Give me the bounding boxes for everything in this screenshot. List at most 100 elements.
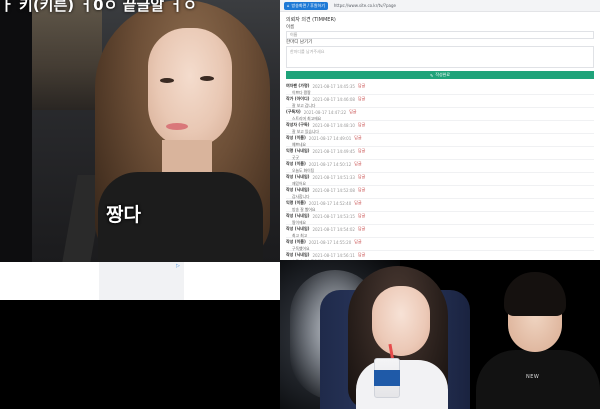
home-icon: ⌂ (287, 3, 290, 8)
comment-time: 2021-08-17 14:52:08 (312, 187, 355, 193)
comment-reply-link[interactable]: 답글 (354, 200, 361, 206)
comment-author: 작성 (닉네임) (286, 226, 310, 231)
comment-header: 작성 (닉네임) 2021-08-17 14:52:08 답글 (286, 187, 594, 193)
stream-video[interactable]: ㅏ 키(키른) ㅓ0ㅇ 끝글알 ㅓㅇ 짱다 (0, 0, 280, 262)
comment-author: 작성 (닉네임) (286, 252, 310, 257)
shirt-logo: NEW (526, 374, 540, 380)
eye-right (200, 76, 214, 81)
comment-header: 익명 (닉네임) 2021-08-17 14:49:45 답글 (286, 148, 594, 154)
comment-author: 작성 (이름) (286, 135, 306, 140)
man-figure: NEW (476, 272, 600, 409)
comment-header: 여자팬 (가명) 2021-08-17 14:45:35 답글 (286, 83, 594, 89)
comment-time: 2021-08-17 14:45:35 (312, 83, 355, 89)
comment-author: 작성 (이름) (286, 239, 306, 244)
girl-face (372, 286, 430, 356)
ad-banner[interactable] (99, 262, 184, 300)
comment-item: 작성자 (구독) 2021-08-17 14:48:10 답글 잘 보고 있습니다 (286, 121, 594, 134)
comment-list: 여자팬 (가명) 2021-08-17 14:45:35 답글 이쁘다 짱짱 작가 (아… (286, 82, 594, 260)
woman-face (148, 28, 232, 148)
comment-time: 2021-08-17 14:49:01 (308, 135, 352, 141)
comment-item: 작성 (이름) 2021-08-17 14:55:20 답글 구독했어요 (286, 238, 594, 251)
comment-time: 2021-08-17 14:54:02 (312, 226, 355, 232)
comment-header: 작가 (아이디) 2021-08-17 14:46:08 답글 (286, 96, 594, 102)
comment-reply-link[interactable]: 답글 (358, 122, 365, 128)
comment-header: 작성 (이름) 2021-08-17 14:50:12 답글 (286, 161, 594, 167)
address-bar: ⌂ 방송화면 / 후원하기 https://www.site.co.kr/tv/… (280, 0, 600, 12)
comment-author: 익명 (이름) (286, 200, 306, 205)
guestbook-form: 의뢰자 의견 (TIMMER) 이름 이름 한마디 남기기 한마디를 남겨주세요… (280, 12, 600, 260)
eye-left (160, 78, 174, 83)
comment-item: 작가 (아이디) 2021-08-17 14:46:08 답글 잘 보고 갑니다 (286, 95, 594, 108)
photo-background-light (32, 0, 102, 110)
comment-time: 2021-08-17 14:49:45 (312, 148, 355, 154)
comment-reply-link[interactable]: 답글 (349, 109, 356, 115)
stream-subtitle: 짱다 (106, 204, 141, 226)
comment-header: 작성 (닉네임) 2021-08-17 14:54:02 답글 (286, 226, 594, 232)
comment-author: 작가 (아이디) (286, 96, 310, 101)
message-label: 한마디 남기기 (286, 40, 313, 45)
comment-time: 2021-08-17 14:46:08 (312, 96, 355, 102)
comment-author: 작성자 (구독) (286, 122, 310, 127)
comment-item: 여자팬 (가명) 2021-08-17 14:45:35 답글 이쁘다 짱짱 (286, 82, 594, 95)
comment-item: 작성 (닉네임) 2021-08-17 14:54:02 답글 최고 최고 (286, 225, 594, 238)
comment-item: (구독자) 2021-08-17 14:47:22 답글 스트리머 최고에요 (286, 108, 594, 121)
comment-time: 2021-08-17 14:52:40 (308, 200, 352, 206)
comment-time: 2021-08-17 14:48:10 (312, 122, 355, 128)
comment-time: 2021-08-17 14:47:22 (303, 109, 347, 115)
comment-time: 2021-08-17 14:53:15 (312, 213, 355, 219)
comment-reply-link[interactable]: 답글 (358, 213, 365, 219)
comment-author: 익명 (닉네임) (286, 148, 310, 153)
comment-reply-link[interactable]: 답글 (358, 83, 365, 89)
screen: ㅏ 키(키른) ㅓ0ㅇ 끝글알 ㅓㅇ 짱다 ▷ ⌂ 방송화면 / 후원하기 ht… (0, 0, 600, 409)
comment-reply-link[interactable]: 답글 (358, 226, 365, 232)
section-title: 의뢰자 의견 (TIMMER) (286, 17, 336, 23)
home-button-label: 방송화면 / 후원하기 (291, 2, 325, 8)
comment-header: 작성 (닉네임) 2021-08-17 14:51:33 답글 (286, 174, 594, 180)
pencil-icon: ✎ (429, 72, 434, 78)
comment-item: 작성 (이름) 2021-08-17 14:50:12 답글 오늘도 화이팅 (286, 160, 594, 173)
home-button[interactable]: ⌂ 방송화면 / 후원하기 (284, 1, 328, 10)
comment-item: 작성 (이름) 2021-08-17 14:49:01 답글 예쁘네요 (286, 134, 594, 147)
comment-header: 작성 (닉네임) 2021-08-17 14:56:11 답글 (286, 252, 594, 258)
ad-choices-icon[interactable]: ▷ (176, 263, 180, 269)
comment-header: 익명 (이름) 2021-08-17 14:52:40 답글 (286, 200, 594, 206)
comment-time: 2021-08-17 14:51:33 (312, 174, 355, 180)
comment-header: (구독자) 2021-08-17 14:47:22 답글 (286, 109, 594, 115)
comment-reply-link[interactable]: 답글 (354, 239, 361, 245)
woman-lips (166, 123, 188, 130)
comment-item: 익명 (닉네임) 2021-08-17 14:49:45 답글 굿굿 (286, 147, 594, 160)
comment-author: 여자팬 (가명) (286, 83, 310, 88)
comment-item: 작성 (닉네임)2021-08-17 14:56:11답글스트리머님 응원해요 (286, 251, 594, 260)
comment-reply-link[interactable]: 답글 (358, 174, 365, 180)
stream-top-caption: ㅏ 키(키른) ㅓ0ㅇ 끝글알 ㅓㅇ (0, 0, 197, 14)
comment-item: 작성 (닉네임) 2021-08-17 14:51:33 답글 재밌어요 (286, 173, 594, 186)
comment-author: 작성 (이름) (286, 161, 306, 166)
comment-author: 작성 (닉네임) (286, 174, 310, 179)
webcam-video[interactable]: NEW (280, 260, 600, 409)
comment-author: 작성 (닉네임) (286, 213, 310, 218)
name-label: 이름 (286, 25, 295, 30)
comment-header: 작성자 (구독) 2021-08-17 14:48:10 답글 (286, 122, 594, 128)
comment-item: 익명 (이름) 2021-08-17 14:52:40 답글 방송 잘 봤어요 (286, 199, 594, 212)
name-input[interactable]: 이름 (286, 31, 594, 39)
submit-button[interactable]: ✎ 작성완료 (286, 71, 594, 79)
url-text[interactable]: https://www.site.co.kr/tv/?page (334, 3, 396, 8)
cup-label (374, 370, 400, 386)
comment-author: (구독자) (286, 109, 301, 114)
comment-reply-link[interactable]: 답글 (354, 135, 361, 141)
comment-reply-link[interactable]: 답글 (358, 148, 365, 154)
comment-time: 2021-08-17 14:55:20 (308, 239, 352, 245)
browser-window: ⌂ 방송화면 / 후원하기 https://www.site.co.kr/tv/… (280, 0, 600, 260)
message-textarea[interactable]: 한마디를 남겨주세요 (286, 46, 594, 68)
comment-time: 2021-08-17 14:56:11 (312, 252, 355, 258)
comment-reply-link[interactable]: 답글 (358, 252, 365, 258)
comment-reply-link[interactable]: 답글 (358, 187, 365, 193)
comment-item: 작성 (닉네임) 2021-08-17 14:52:08 답글 감사합니다 (286, 186, 594, 199)
man-hair (504, 272, 566, 316)
comment-author: 작성 (닉네임) (286, 187, 310, 192)
submit-label: 작성완료 (435, 72, 451, 77)
comment-time: 2021-08-17 14:50:12 (308, 161, 352, 167)
comment-reply-link[interactable]: 답글 (358, 96, 365, 102)
comment-reply-link[interactable]: 답글 (354, 161, 361, 167)
comment-header: 작성 (이름) 2021-08-17 14:55:20 답글 (286, 239, 594, 245)
